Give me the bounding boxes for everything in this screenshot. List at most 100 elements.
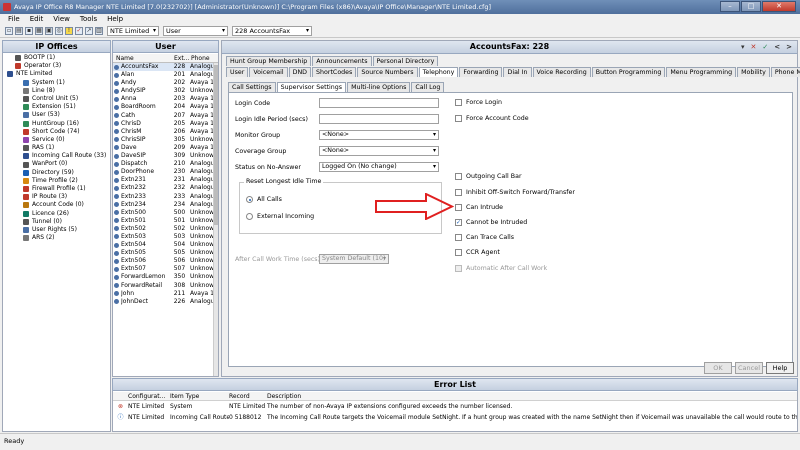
- ccr-agent-checkbox[interactable]: [455, 249, 462, 256]
- tree-node[interactable]: RAS (1): [3, 144, 110, 152]
- tree-node[interactable]: User Rights (5): [3, 226, 110, 234]
- user-row[interactable]: Extn502 502 Unknown: [113, 225, 213, 233]
- validate-record-icon[interactable]: ✓: [760, 42, 770, 52]
- view-icon[interactable]: ▣: [45, 27, 53, 35]
- tab-announcements[interactable]: Announcements: [312, 56, 372, 66]
- user-row[interactable]: Extn505 505 Unknown: [113, 249, 213, 257]
- open-icon[interactable]: ▤: [15, 27, 23, 35]
- type-selector[interactable]: User: [163, 26, 228, 36]
- coverage-group-select[interactable]: <None>: [319, 146, 439, 156]
- user-row[interactable]: ChrisD 205 Avaya 14: [113, 120, 213, 128]
- cannot-be-intruded-checkbox[interactable]: ✓: [455, 219, 462, 226]
- subtab-supervisor-settings[interactable]: Supervisor Settings: [276, 82, 347, 92]
- dropdown-icon[interactable]: ▾: [739, 42, 747, 52]
- save-icon[interactable]: ▪: [25, 27, 33, 35]
- tab-menu-programming[interactable]: Menu Programming: [666, 67, 737, 77]
- subtab-call-settings[interactable]: Call Settings: [228, 82, 276, 92]
- tree-node[interactable]: User (53): [3, 111, 110, 119]
- menu-item-file[interactable]: File: [4, 14, 24, 25]
- force-account-code-checkbox[interactable]: [455, 115, 462, 122]
- user-row[interactable]: AccountsFax 228 Analogue: [113, 63, 213, 72]
- tree-node[interactable]: Incoming Call Route (33): [3, 152, 110, 160]
- user-row[interactable]: ChrisSIP 305 Unknown: [113, 136, 213, 144]
- warning-icon[interactable]: !: [65, 27, 73, 35]
- user-row[interactable]: Extn507 507 Unknown: [113, 265, 213, 273]
- menu-item-help[interactable]: Help: [103, 14, 127, 25]
- help-button[interactable]: Help: [766, 362, 794, 374]
- delete-icon[interactable]: ✕: [749, 42, 759, 52]
- new-config-icon[interactable]: ▫: [5, 27, 13, 35]
- cancel-button[interactable]: Cancel: [735, 362, 763, 374]
- user-row[interactable]: Andy 202 Avaya 16: [113, 79, 213, 87]
- user-row[interactable]: Extn231 231 Analogue: [113, 176, 213, 184]
- login-code-input[interactable]: [319, 98, 439, 108]
- tab-dial-in[interactable]: Dial In: [503, 67, 532, 77]
- tree-node[interactable]: System (1): [3, 79, 110, 87]
- subtab-call-log[interactable]: Call Log: [411, 82, 445, 92]
- previous-record-icon[interactable]: <: [772, 42, 782, 52]
- col-phone-type[interactable]: Phone Ty...: [188, 54, 216, 71]
- record-selector[interactable]: 228 AccountsFax: [232, 26, 312, 36]
- monitor-group-select[interactable]: <None>: [319, 130, 439, 140]
- tree-node[interactable]: Tunnel (0): [3, 218, 110, 226]
- user-row[interactable]: Extn506 506 Unknown: [113, 257, 213, 265]
- tree-node[interactable]: Control Unit (5): [3, 95, 110, 103]
- tab-phone-manager-options[interactable]: Phone Manager Options: [770, 67, 800, 77]
- tree-node[interactable]: BOOTP (1): [3, 54, 110, 62]
- ok-button[interactable]: OK: [704, 362, 732, 374]
- maximize-button[interactable]: □: [741, 1, 761, 12]
- menu-item-tools[interactable]: Tools: [76, 14, 101, 25]
- tree-node[interactable]: ARS (2): [3, 234, 110, 242]
- menu-item-edit[interactable]: Edit: [26, 14, 48, 25]
- tab-voice-recording[interactable]: Voice Recording: [532, 67, 591, 77]
- user-row[interactable]: ForwardRetail 308 Unknown: [113, 282, 213, 290]
- user-row[interactable]: Extn503 503 Unknown: [113, 233, 213, 241]
- tab-forwarding[interactable]: Forwarding: [459, 67, 503, 77]
- scrollbar-thumb[interactable]: [214, 65, 218, 225]
- user-list-scrollbar[interactable]: [213, 63, 218, 376]
- print-icon[interactable]: ▦: [35, 27, 43, 35]
- tree-node[interactable]: Firewall Profile (1): [3, 185, 110, 193]
- user-row[interactable]: DoorPhone 230 Analogue: [113, 168, 213, 176]
- tab-telephony[interactable]: Telephony: [418, 67, 459, 77]
- tab-user[interactable]: User: [226, 67, 249, 77]
- tree-node[interactable]: Service (0): [3, 136, 110, 144]
- user-row[interactable]: DaveSIP 309 Unknown: [113, 152, 213, 160]
- external-incoming-radio[interactable]: [246, 213, 253, 220]
- send-config-icon[interactable]: ↗: [85, 27, 93, 35]
- user-row[interactable]: Anna 203 Avaya 14: [113, 95, 213, 103]
- user-row[interactable]: Extn500 500 Unknown: [113, 209, 213, 217]
- tab-mobility[interactable]: Mobility: [737, 67, 770, 77]
- user-row[interactable]: Alan 201 Analogue: [113, 71, 213, 79]
- user-row[interactable]: Dispatch 210 Analogue: [113, 160, 213, 168]
- tree-node[interactable]: IP Route (3): [3, 193, 110, 201]
- tree-node[interactable]: Time Profile (2): [3, 177, 110, 185]
- can-intrude-checkbox[interactable]: [455, 204, 462, 211]
- user-row[interactable]: Cath 207 Avaya 16: [113, 112, 213, 120]
- error-row[interactable]: ⊗ NTE Limited System NTE Limited The number …: [113, 402, 797, 412]
- tab-source-numbers[interactable]: Source Numbers: [357, 67, 418, 77]
- tree-node[interactable]: Directory (59): [3, 169, 110, 177]
- user-row[interactable]: BoardRoom 204 Avaya 14: [113, 103, 213, 111]
- next-record-icon[interactable]: >: [784, 42, 794, 52]
- tree-node[interactable]: HuntGroup (16): [3, 120, 110, 128]
- inhibit-off-switch-forward-transfer-checkbox[interactable]: [455, 189, 462, 196]
- minimize-button[interactable]: –: [720, 1, 740, 12]
- all-calls-radio[interactable]: [246, 196, 253, 203]
- user-row[interactable]: Extn234 234 Analogue: [113, 201, 213, 209]
- close-window-button[interactable]: ✕: [762, 1, 796, 12]
- tree-node[interactable]: Licence (26): [3, 210, 110, 218]
- user-row[interactable]: Extn504 504 Unknown: [113, 241, 213, 249]
- office-selector[interactable]: NTE Limited: [107, 26, 159, 36]
- col-configuration[interactable]: Configurat...: [128, 392, 170, 400]
- col-item-type[interactable]: Item Type: [170, 392, 229, 400]
- col-ext[interactable]: Ext...: [171, 54, 189, 62]
- col-description[interactable]: Description: [267, 392, 797, 400]
- tab-voicemail[interactable]: Voicemail: [249, 67, 288, 77]
- tree-node[interactable]: Operator (3): [3, 62, 110, 70]
- user-row[interactable]: Dave 209 Avaya 14: [113, 144, 213, 152]
- tree-node[interactable]: WanPort (0): [3, 160, 110, 168]
- can-trace-calls-checkbox[interactable]: [455, 234, 462, 241]
- user-row[interactable]: Extn233 233 Analogue: [113, 193, 213, 201]
- tab-shortcodes[interactable]: ShortCodes: [312, 67, 357, 77]
